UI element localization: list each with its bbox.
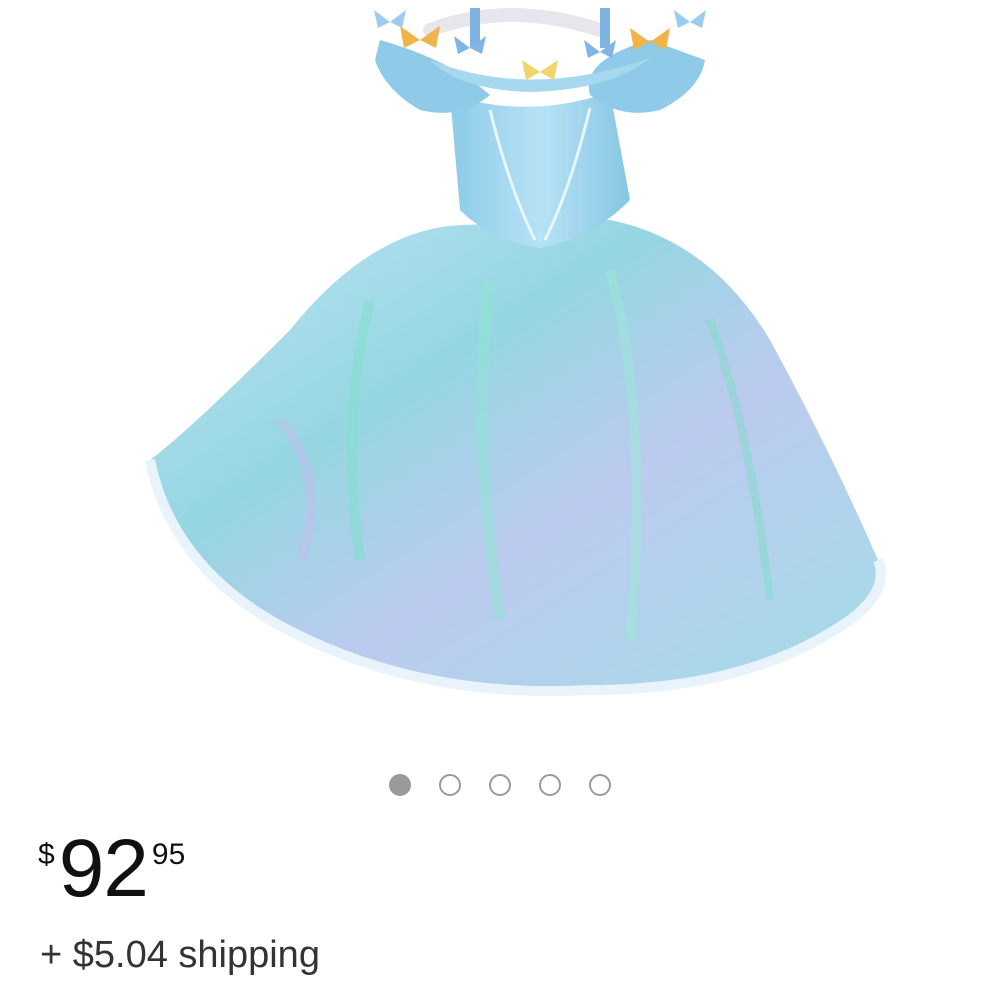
shipping-cost: + $5.04 shipping (40, 934, 320, 976)
price-whole: 92 (58, 823, 149, 914)
carousel-dot-5[interactable] (589, 774, 611, 796)
price-currency-symbol: $ (38, 838, 55, 871)
dress-image (145, 8, 886, 697)
price: $ 92 95 (38, 828, 185, 918)
carousel-dot-2[interactable] (439, 774, 461, 796)
carousel-dot-3[interactable] (489, 774, 511, 796)
carousel-dot-4[interactable] (539, 774, 561, 796)
price-fraction: 95 (151, 838, 186, 871)
carousel-dot-1[interactable] (389, 774, 411, 796)
product-image[interactable] (130, 0, 890, 720)
image-carousel-dots (0, 772, 1000, 798)
